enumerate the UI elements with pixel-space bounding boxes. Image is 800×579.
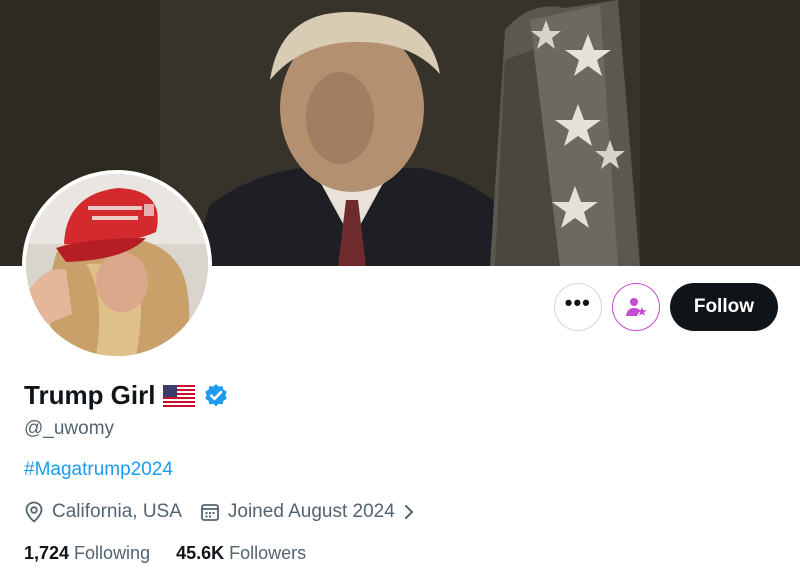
subscribe-button[interactable] (611, 283, 660, 331)
verified-badge-icon[interactable] (203, 383, 229, 409)
us-flag-icon (163, 384, 196, 407)
followers-count: 45.6K (176, 543, 225, 563)
followers-link[interactable]: 45.6K Followers (176, 543, 306, 564)
bio-hashtag-link[interactable]: #Magatrump2024 (24, 459, 173, 481)
profile-handle: @_uwomy (24, 418, 115, 439)
chevron-right-icon (404, 505, 413, 519)
follow-button[interactable]: Follow (669, 283, 778, 331)
following-link[interactable]: 1,724 Following (24, 543, 150, 564)
name-row: Trump Girl (24, 380, 229, 411)
more-icon: ••• (564, 290, 591, 315)
profile-meta: California, USA Joined August 2024 (24, 501, 433, 523)
more-options-button[interactable]: ••• (553, 283, 602, 331)
following-label: Following (74, 543, 151, 563)
joined-item[interactable]: Joined August 2024 (200, 501, 415, 523)
following-count: 1,724 (24, 543, 70, 563)
avatar-image (26, 174, 208, 356)
profile-avatar[interactable] (22, 170, 212, 360)
location-text: California, USA (52, 501, 182, 522)
map-pin-icon (25, 501, 43, 523)
person-star-icon (625, 298, 647, 316)
display-name: Trump Girl (24, 380, 156, 410)
joined-text: Joined August 2024 (227, 501, 395, 522)
calendar-icon (200, 504, 219, 521)
location-item: California, USA (24, 501, 182, 523)
followers-label: Followers (229, 543, 307, 563)
follow-stats: 1,724 Following 45.6K Followers (24, 543, 306, 564)
profile-actions: ••• Follow (553, 283, 778, 331)
